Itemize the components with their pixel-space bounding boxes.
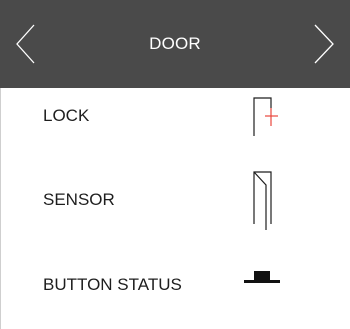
sensor-label: SENSOR <box>43 190 115 209</box>
sensor-icon <box>235 170 295 230</box>
chevron-right-icon <box>314 24 334 64</box>
lock-label: LOCK <box>43 106 90 125</box>
header-bar: DOOR <box>0 0 350 88</box>
list-item-button-status: BUTTON STATUS <box>0 255 350 315</box>
button-status-icon <box>235 255 295 315</box>
door-panel: DOOR LOCK SENSOR BUTTON STATUS <box>0 0 350 329</box>
lock-icon <box>235 86 295 146</box>
list-item-lock: LOCK <box>0 86 350 146</box>
next-button[interactable] <box>290 0 350 88</box>
button-status-label: BUTTON STATUS <box>43 275 182 294</box>
list-item-sensor: SENSOR <box>0 170 350 230</box>
